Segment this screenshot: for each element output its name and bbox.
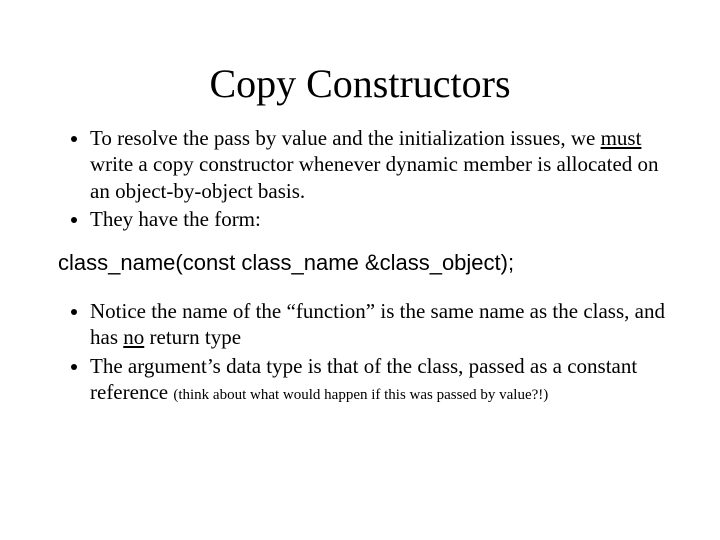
bullet-1-before: To resolve the pass by value and the ini… [90,126,601,150]
bullet-1-after: write a copy constructor whenever dynami… [90,152,659,202]
bullet-1: To resolve the pass by value and the ini… [90,125,670,204]
bullet-4-note: (think about what would happen if this w… [173,387,548,403]
bullet-4: The argument’s data type is that of the … [90,353,670,406]
bullet-1-underlined: must [601,126,642,150]
bullet-3: Notice the name of the “function” is the… [90,298,670,351]
slide: Copy Constructors To resolve the pass by… [0,0,720,540]
bullet-list-bottom: Notice the name of the “function” is the… [50,298,670,405]
code-declaration: class_name(const class_name &class_objec… [58,250,670,276]
bullet-2: They have the form: [90,206,670,232]
bullet-3-after: return type [144,325,241,349]
slide-title: Copy Constructors [50,60,670,107]
bullet-3-underlined: no [123,325,144,349]
bullet-list-top: To resolve the pass by value and the ini… [50,125,670,232]
